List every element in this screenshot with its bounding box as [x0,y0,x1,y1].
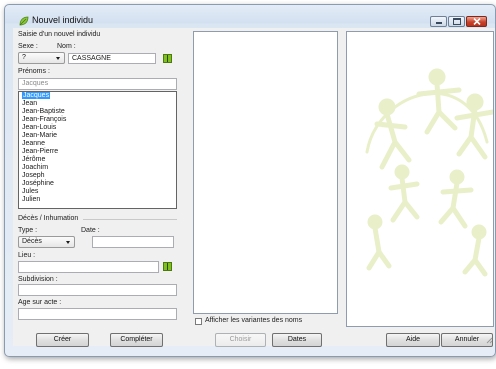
group-divider [83,219,177,220]
subdivision-field[interactable] [18,284,177,296]
suggestion-item[interactable]: Jeanne [19,140,176,148]
minimize-button[interactable] [430,16,447,27]
window-title: Nouvel individu [32,15,94,25]
suggestion-item-label: Jean-Marie [22,132,58,139]
dialog-client-area: Saisie d'un nouvel individu Sexe : Nom :… [13,28,495,347]
type-value: Décès [22,238,42,245]
suggestion-item[interactable]: Joséphine [19,180,176,188]
suggestion-item[interactable]: Joseph [19,172,176,180]
suggestion-item[interactable]: Jean-Marie [19,132,176,140]
suggestion-item[interactable]: Joachim [19,164,176,172]
dialog-window: Nouvel individu Saisie d'un nouvel indiv… [4,4,496,357]
maximize-icon [452,18,461,25]
nom-value: CASSAGNE [72,55,111,62]
creer-button[interactable]: Créer [36,333,89,347]
choisir-button[interactable]: Choisir [215,333,266,347]
date-field[interactable] [92,236,174,248]
suggestion-item[interactable]: Jacques [19,92,176,100]
aide-button[interactable]: Aide [386,333,440,347]
subdivision-label: Subdivision : [18,276,58,283]
age-label: Age sur acte : [18,299,62,306]
title-bar[interactable]: Nouvel individu [5,5,495,27]
prenoms-label: Prénoms : [18,68,50,75]
lieu-field[interactable] [18,261,159,273]
type-select[interactable]: Décès [18,236,75,248]
type-label: Type : [18,227,38,234]
leaf-icon [19,16,29,26]
chevron-down-icon [56,57,60,60]
sexe-label: Sexe : [18,43,38,50]
suggestion-item[interactable]: Jules [19,188,176,196]
dates-button[interactable]: Dates [272,333,322,347]
suggestion-item-label: Joséphine [22,180,54,187]
age-field[interactable] [18,308,177,320]
nom-field[interactable]: CASSAGNE [68,53,156,64]
individuals-list-panel[interactable] [193,31,338,314]
suggestion-item[interactable]: Jean [19,100,176,108]
close-button[interactable] [466,16,487,27]
suggestion-item-label: Jérôme [22,156,46,163]
nom-label: Nom : [57,43,76,50]
minimize-icon [435,22,442,24]
prenoms-value: Jacques [22,80,49,87]
suggestion-item-label: Julien [22,196,41,203]
suggestion-item-label: Joachim [22,164,49,171]
resize-grip-icon[interactable] [485,336,493,344]
lieu-label: Lieu : [18,252,36,259]
book-icon[interactable] [163,54,172,63]
suggestion-item[interactable]: Julien [19,196,176,204]
preview-panel [346,31,494,327]
book-icon[interactable] [163,262,172,271]
prenoms-field[interactable]: Jacques [18,78,177,90]
chevron-down-icon [66,241,70,244]
suggestion-item-label: Jean-François [22,116,67,123]
suggestion-item[interactable]: Jean-Louis [19,124,176,132]
suggestion-item[interactable]: Jean-François [19,116,176,124]
sexe-value: ? [22,54,26,61]
date-label: Date : [81,227,100,234]
completer-button[interactable]: Compléter [110,333,163,347]
maximize-button[interactable] [448,16,465,27]
suggestion-item-label: Jean-Louis [22,124,57,131]
suggestion-item[interactable]: Jean-Baptiste [19,108,176,116]
prenoms-suggestions-list[interactable]: Jacques Jean Jean-Baptiste Jean-François Jea… [18,91,177,209]
close-icon [472,18,481,25]
suggestion-item-label: Jean [22,100,38,107]
variants-checkbox-label[interactable]: Afficher les variantes des noms [205,317,302,324]
suggestion-item-label: Jules [22,188,39,195]
sexe-select[interactable]: ? [18,52,65,64]
suggestion-item-label: Jean-Baptiste [22,108,65,115]
suggestion-item-label: Jeanne [22,140,45,147]
suggestion-item[interactable]: Jean-Pierre [19,148,176,156]
variants-checkbox[interactable] [195,318,202,325]
suggestion-item-label: Jean-Pierre [22,148,59,155]
suggestion-item-label: Joseph [22,172,45,179]
section-title: Saisie d'un nouvel individu [18,31,101,38]
deces-section-title: Décès / Inhumation [18,215,79,222]
suggestion-item-label: Jacques [22,92,51,99]
family-tree-watermark [365,68,493,277]
suggestion-item[interactable]: Jérôme [19,156,176,164]
